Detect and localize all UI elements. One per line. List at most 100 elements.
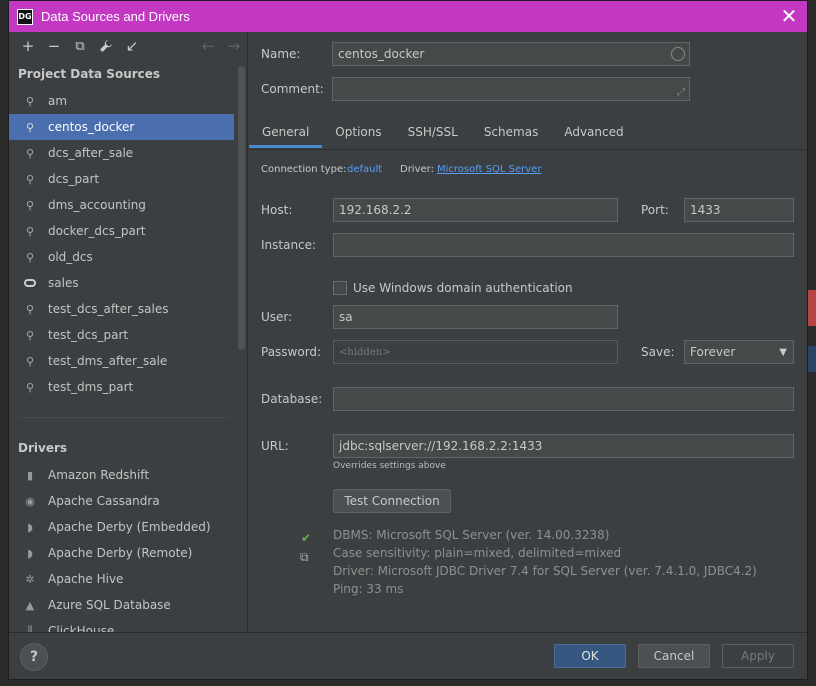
instance-field[interactable] <box>333 233 794 257</box>
data-source-item[interactable]: ⚲ test_dms_part <box>9 374 234 400</box>
tab-general[interactable]: General <box>249 118 323 148</box>
windows-auth-label[interactable]: Use Windows domain authentication <box>353 281 573 295</box>
data-source-label: test_dms_after_sale <box>48 354 168 368</box>
title-bar: DG Data Sources and Drivers ✕ <box>9 1 807 32</box>
url-label: URL: <box>261 439 289 453</box>
data-source-label: dms_accounting <box>48 198 146 212</box>
data-source-label: docker_dcs_part <box>48 224 146 238</box>
driver-label: Driver: <box>400 164 434 175</box>
data-source-label: test_dcs_after_sales <box>48 302 169 316</box>
copy-icon[interactable]: ⧉ <box>300 550 309 565</box>
derby-icon: ◗ <box>27 520 33 534</box>
forward-arrow-icon[interactable]: → <box>221 33 247 59</box>
oracle-icon <box>23 276 37 290</box>
help-button[interactable]: ? <box>20 643 48 671</box>
db-plug-icon: ⚲ <box>25 380 35 394</box>
tab-schemas[interactable]: Schemas <box>471 118 552 148</box>
name-value: centos_docker <box>338 47 425 61</box>
driver-list: ▮ Amazon Redshift ◉ Apache Cassandra ◗ Apac… <box>9 462 248 632</box>
info-line: Driver: Microsoft JDBC Driver 7.4 for SQ… <box>333 564 757 578</box>
data-source-item[interactable]: ⚲ dcs_part <box>9 166 234 192</box>
back-arrow-icon[interactable]: ← <box>195 33 221 59</box>
host-label: Host: <box>261 203 293 217</box>
host-field[interactable]: 192.168.2.2 <box>333 198 618 222</box>
driver-label: Apache Derby (Remote) <box>48 546 193 560</box>
driver-label: Apache Cassandra <box>48 494 160 508</box>
db-plug-icon: ⚲ <box>25 120 35 134</box>
import-icon[interactable]: ↙ <box>119 33 145 59</box>
url-field[interactable]: jdbc:sqlserver://192.168.2.2:1433 <box>333 434 794 458</box>
driver-item[interactable]: ▮ Amazon Redshift <box>9 462 248 488</box>
apply-button[interactable]: Apply <box>722 644 794 668</box>
clickhouse-icon: ⫴ <box>27 624 33 632</box>
url-hint: Overrides settings above <box>333 461 446 471</box>
data-source-item-selected[interactable]: ⚲ centos_docker <box>9 114 234 140</box>
data-source-label: am <box>48 94 68 108</box>
data-source-item[interactable]: ⚲ am <box>9 88 234 114</box>
ok-button[interactable]: OK <box>554 644 626 668</box>
azure-icon: ▲ <box>25 598 35 612</box>
driver-label: ClickHouse <box>48 624 115 632</box>
data-source-label: test_dcs_part <box>48 328 129 342</box>
data-source-scrollbar[interactable] <box>238 66 245 350</box>
driver-label: Apache Derby (Embedded) <box>48 520 211 534</box>
hive-icon: ✲ <box>25 572 35 586</box>
tab-options[interactable]: Options <box>322 118 394 148</box>
data-source-item[interactable]: ⚲ dms_accounting <box>9 192 234 218</box>
windows-auth-checkbox[interactable] <box>333 281 347 295</box>
data-source-item[interactable]: ⚲ test_dcs_part <box>9 322 234 348</box>
info-line: Case sensitivity: plain=mixed, delimited… <box>333 546 622 560</box>
database-field[interactable] <box>333 387 794 411</box>
connection-type-value[interactable]: default <box>347 164 382 175</box>
port-field[interactable]: 1433 <box>684 198 794 222</box>
data-source-list: ⚲ am ⚲ centos_docker ⚲ dcs_after_sale ⚲ dcs_… <box>9 88 247 400</box>
save-label: Save: <box>641 345 675 359</box>
data-source-item[interactable]: ⚲ test_dms_after_sale <box>9 348 234 374</box>
drivers-heading: Drivers <box>18 441 68 455</box>
comment-field[interactable]: ⤢ <box>332 77 690 101</box>
save-select[interactable]: Forever ▼ <box>684 340 794 364</box>
data-source-label: dcs_after_sale <box>48 146 134 160</box>
project-data-sources-heading: Project Data Sources <box>18 67 161 81</box>
name-field[interactable]: centos_docker <box>332 42 690 66</box>
background-window-fragment <box>808 0 816 686</box>
color-picker-icon[interactable] <box>671 47 685 61</box>
data-source-item[interactable]: ⚲ old_dcs <box>9 244 234 270</box>
duplicate-icon[interactable]: ⧉ <box>67 33 93 59</box>
test-connection-button[interactable]: Test Connection <box>333 489 451 513</box>
add-icon[interactable]: + <box>15 33 41 59</box>
datagrip-logo-icon: DG <box>17 8 33 25</box>
cancel-button[interactable]: Cancel <box>638 644 710 668</box>
db-plug-icon: ⚲ <box>25 250 35 264</box>
close-button[interactable]: ✕ <box>777 4 801 28</box>
data-source-item[interactable]: ⚲ test_dcs_after_sales <box>9 296 234 322</box>
data-source-item[interactable]: ⚲ docker_dcs_part <box>9 218 234 244</box>
info-line: Ping: 33 ms <box>333 582 404 596</box>
section-divider <box>19 417 229 418</box>
driver-item[interactable]: ▲ Azure SQL Database <box>9 592 248 618</box>
password-field[interactable]: <hidden> <box>333 340 618 364</box>
background-window-fragment <box>808 346 816 372</box>
driver-item[interactable]: ⫴ ClickHouse <box>9 618 248 632</box>
expand-icon[interactable]: ⤢ <box>677 87 685 98</box>
data-sources-toolbar: + − ⧉ ↙ ← → <box>9 32 247 60</box>
user-field[interactable]: sa <box>333 305 618 329</box>
driver-link[interactable]: Microsoft SQL Server <box>437 164 541 175</box>
driver-item[interactable]: ◗ Apache Derby (Remote) <box>9 540 248 566</box>
db-plug-icon: ⚲ <box>25 94 35 108</box>
data-source-item[interactable]: ⚲ dcs_after_sale <box>9 140 234 166</box>
db-plug-icon: ⚲ <box>25 328 35 342</box>
wrench-icon[interactable] <box>93 33 119 59</box>
db-plug-icon: ⚲ <box>25 198 35 212</box>
data-source-label: old_dcs <box>48 250 93 264</box>
tab-advanced[interactable]: Advanced <box>551 118 636 148</box>
driver-item[interactable]: ◗ Apache Derby (Embedded) <box>9 514 248 540</box>
remove-icon[interactable]: − <box>41 33 67 59</box>
port-label: Port: <box>641 203 669 217</box>
data-sources-panel: + − ⧉ ↙ ← → Project Data Sources ⚲ am ⚲ ce… <box>9 32 248 632</box>
driver-item[interactable]: ◉ Apache Cassandra <box>9 488 248 514</box>
tab-ssh-ssl[interactable]: SSH/SSL <box>395 118 471 148</box>
data-source-item[interactable]: sales <box>9 270 234 296</box>
driver-item[interactable]: ✲ Apache Hive <box>9 566 248 592</box>
redshift-icon: ▮ <box>26 468 34 482</box>
